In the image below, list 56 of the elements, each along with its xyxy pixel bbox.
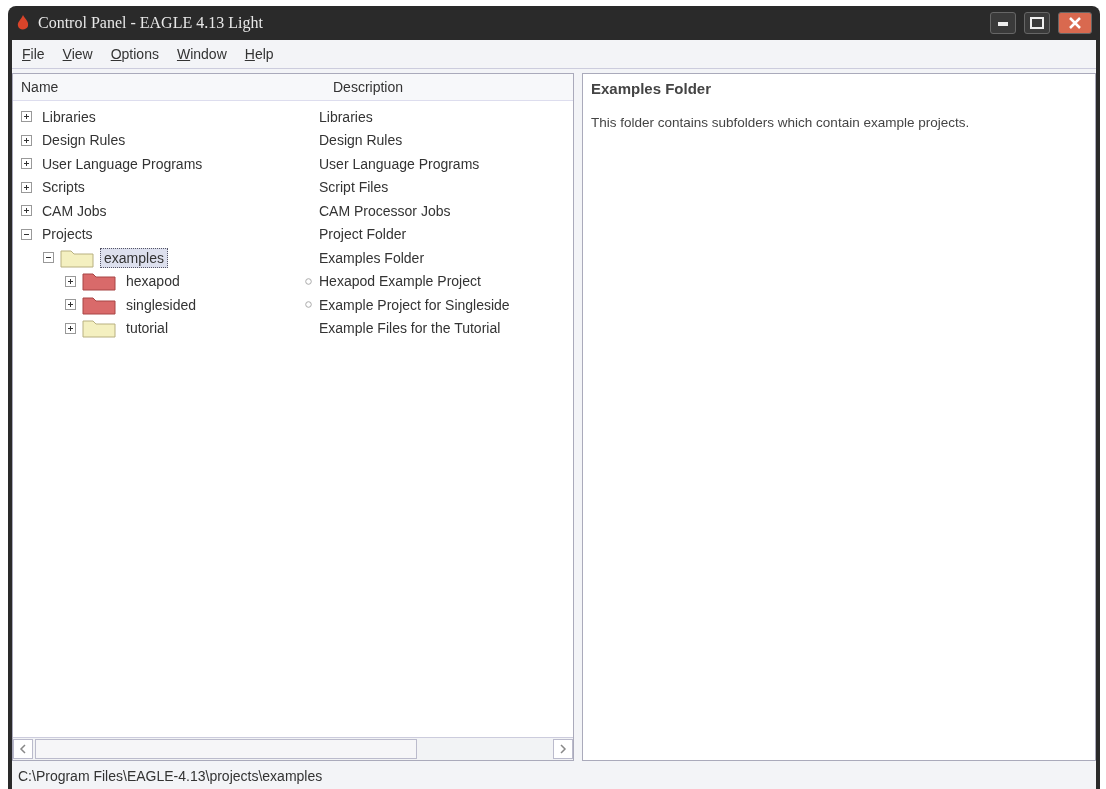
collapse-icon[interactable] — [43, 252, 54, 264]
collapse-icon[interactable] — [21, 228, 32, 240]
folder-icon — [82, 318, 116, 339]
project-folder-icon — [82, 294, 116, 315]
expand-icon[interactable] — [65, 299, 76, 311]
column-header[interactable]: Description — [319, 79, 404, 95]
flame-icon — [16, 14, 30, 32]
info-text: This folder contains subfolders which contain example projects. — [591, 114, 971, 132]
info-title: Examples Folder — [591, 80, 713, 97]
menu-item[interactable]: File — [20, 46, 47, 62]
tree-item[interactable]: singlesided — [122, 294, 201, 315]
menu-item[interactable]: View — [60, 46, 95, 62]
expand-icon[interactable] — [21, 134, 32, 146]
tree-item[interactable]: CAM Jobs — [38, 200, 111, 221]
description-cell: Hexapod Example Project — [319, 273, 481, 290]
description-cell: Examples Folder — [319, 249, 425, 266]
tree-item[interactable]: tutorial — [122, 318, 173, 339]
maximize-button[interactable] — [1024, 12, 1050, 34]
description-cell: Example Project for Singleside — [319, 296, 510, 313]
expand-icon[interactable] — [21, 205, 32, 217]
description-cell: Design Rules — [319, 132, 403, 149]
description-cell: CAM Processor Jobs — [319, 202, 451, 219]
menu-item[interactable]: Options — [108, 46, 161, 62]
folder-icon — [60, 247, 94, 268]
expand-icon[interactable] — [21, 111, 32, 123]
chevron-left-icon — [19, 744, 27, 754]
column-header[interactable]: Name — [13, 79, 319, 95]
close-icon — [1068, 16, 1082, 30]
description-cell: User Language Programs — [319, 155, 480, 172]
minimize-button[interactable] — [990, 12, 1016, 34]
chevron-right-icon — [559, 744, 567, 754]
tree-item[interactable]: examples — [100, 247, 168, 268]
expand-icon[interactable] — [21, 158, 32, 170]
close-button[interactable] — [1058, 12, 1092, 34]
expand-icon[interactable] — [65, 275, 76, 287]
status-bar: C:\Program Files\EAGLE-4.13\projects\examples — [12, 765, 1096, 789]
description-cell: Example Files for the Tutorial — [319, 320, 501, 337]
description-cell: Libraries — [319, 108, 373, 125]
tree-item[interactable]: User Language Programs — [38, 153, 207, 174]
maximize-icon — [1030, 17, 1044, 29]
project-folder-icon — [82, 271, 116, 292]
description-cell: Project Folder — [319, 226, 407, 243]
tree-item[interactable]: Design Rules — [38, 130, 130, 151]
description-cell: Script Files — [319, 179, 389, 196]
tree-item[interactable]: hexapod — [122, 271, 184, 292]
window-title: Control Panel - EAGLE 4.13 Light — [38, 14, 264, 32]
expand-icon[interactable] — [65, 322, 76, 334]
tree-item[interactable]: Libraries — [38, 106, 100, 127]
menu-item[interactable]: Help — [242, 46, 276, 62]
tree-item[interactable]: Scripts — [38, 177, 89, 198]
horizontal-scrollbar[interactable] — [13, 737, 573, 760]
tree-item[interactable]: Projects — [38, 224, 97, 245]
scroll-thumb[interactable] — [35, 739, 417, 759]
menu-item[interactable]: Window — [174, 46, 229, 62]
minimize-icon — [997, 20, 1009, 26]
expand-icon[interactable] — [21, 181, 32, 193]
